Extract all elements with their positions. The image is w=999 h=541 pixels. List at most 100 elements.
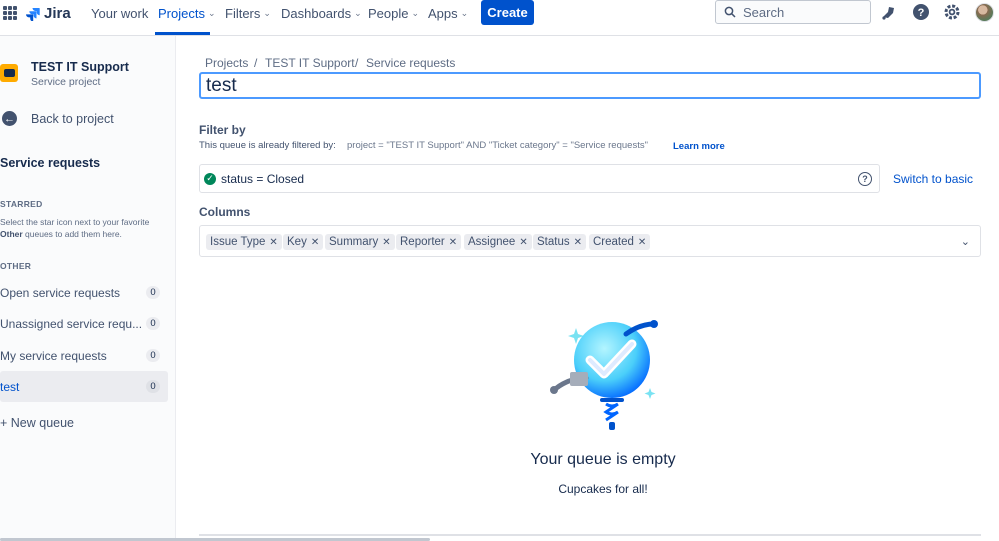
settings-icon[interactable] <box>943 3 961 21</box>
create-button[interactable]: Create <box>481 0 534 25</box>
jql-help-icon[interactable]: ? <box>858 172 872 186</box>
jira-logo-icon <box>26 7 40 21</box>
column-chip-reporter: Reporter ✕ <box>396 234 462 250</box>
breadcrumb-service-requests[interactable]: Service requests <box>366 56 455 70</box>
starred-heading: STARRED <box>0 199 43 209</box>
breadcrumb-separator: / <box>254 56 258 70</box>
divider <box>199 534 981 536</box>
other-heading: OTHER <box>0 261 32 271</box>
remove-icon[interactable]: ✕ <box>311 237 319 248</box>
column-chip-summary: Summary ✕ <box>325 234 395 250</box>
remove-icon[interactable]: ✕ <box>519 237 527 248</box>
active-tab-indicator <box>155 32 210 35</box>
project-avatar-icon <box>0 64 18 82</box>
queue-label: Open service requests <box>0 285 121 300</box>
sidebar: TEST IT Support Service project ← Back t… <box>0 36 176 541</box>
queue-name-input[interactable] <box>199 72 981 99</box>
notifications-icon[interactable] <box>880 3 898 21</box>
nav-people-label: People <box>368 6 409 21</box>
back-to-project-link[interactable]: Back to project <box>31 112 114 126</box>
learn-more-link[interactable]: Learn more <box>673 141 725 152</box>
column-chip-key: Key ✕ <box>283 234 324 250</box>
queue-label: My service requests <box>0 348 107 363</box>
app-switcher-icon[interactable] <box>3 6 17 20</box>
column-chip-status: Status ✕ <box>533 234 586 250</box>
column-chip-assignee: Assignee ✕ <box>464 234 532 250</box>
column-chip-label: Issue Type <box>210 236 266 248</box>
nav-your-work[interactable]: Your work <box>91 6 148 21</box>
column-chip-label: Summary <box>329 236 379 248</box>
search-placeholder: Search <box>743 4 785 20</box>
arrow-left-icon[interactable]: ← <box>2 111 17 126</box>
column-chip-label: Status <box>537 236 570 248</box>
queue-item-my-service-requests[interactable]: My service requests 0 <box>0 340 168 371</box>
queue-count-badge: 0 <box>146 380 160 393</box>
column-chip-label: Assignee <box>468 236 516 248</box>
column-chip-label: Reporter <box>400 236 445 248</box>
nav-apps-label: Apps <box>428 6 458 21</box>
queue-item-open-service-requests[interactable]: Open service requests 0 <box>0 277 168 308</box>
breadcrumb-separator: / <box>355 56 359 70</box>
remove-icon[interactable]: ✕ <box>269 237 277 248</box>
valid-check-icon: ✓ <box>204 172 216 185</box>
chevron-down-icon[interactable]: ⌄ <box>961 235 970 248</box>
queue-label: test <box>0 379 20 394</box>
new-queue-button[interactable]: + New queue <box>0 416 74 430</box>
jql-value: status = Closed <box>221 171 305 186</box>
nav-dashboards-label: Dashboards <box>281 6 352 21</box>
nav-projects[interactable]: Projects ⌄ <box>158 6 216 21</box>
queue-label: Unassigned service requ... <box>0 316 143 331</box>
starred-help-text: Select the star icon next to your favori… <box>0 216 170 240</box>
profile-avatar[interactable] <box>975 3 994 22</box>
columns-select[interactable]: Issue Type ✕ Key ✕ Summary ✕ Reporter ✕ Assi… <box>199 225 981 257</box>
columns-heading: Columns <box>199 205 251 219</box>
project-type: Service project <box>31 76 101 88</box>
switch-to-basic-link[interactable]: Switch to basic <box>893 172 973 186</box>
remove-icon[interactable]: ✕ <box>574 237 582 248</box>
column-chip-created: Created ✕ <box>589 234 651 250</box>
queue-count-badge: 0 <box>146 286 160 299</box>
starred-help-part: queues to add them here. <box>22 229 122 239</box>
nav-filters[interactable]: Filters ⌄ <box>225 6 271 21</box>
svg-text:?: ? <box>918 7 925 19</box>
empty-queue-illustration <box>550 320 658 430</box>
chevron-down-icon: ⌄ <box>263 8 271 18</box>
remove-icon[interactable]: ✕ <box>638 237 646 248</box>
chevron-down-icon: ⌄ <box>460 8 469 18</box>
filter-heading: Filter by <box>199 123 246 137</box>
nav-people[interactable]: People ⌄ <box>368 6 419 21</box>
nav-filters-label: Filters <box>225 6 261 21</box>
remove-icon[interactable]: ✕ <box>449 237 457 248</box>
chevron-down-icon: ⌄ <box>207 8 216 18</box>
queue-count-badge: 0 <box>146 317 160 330</box>
top-navigation: Jira Your work Projects ⌄ Filters ⌄ Dash… <box>0 0 999 36</box>
filter-note: This queue is already filtered by: <box>199 140 336 151</box>
queue-item-test[interactable]: test 0 <box>0 371 168 402</box>
queue-item-unassigned[interactable]: Unassigned service requ... 0 <box>0 308 168 339</box>
help-icon[interactable]: ? <box>912 3 930 21</box>
nav-your-work-label: Your work <box>91 6 149 21</box>
starred-help-bold: Other <box>0 229 23 239</box>
jql-input[interactable]: ✓ status = Closed ? <box>199 164 880 193</box>
starred-help-part: Select the star icon next to your favori… <box>0 217 150 227</box>
nav-dashboards[interactable]: Dashboards ⌄ <box>281 6 362 21</box>
existing-filter-jql: project = "TEST IT Support" AND "Ticket … <box>347 140 648 151</box>
chevron-down-icon: ⌄ <box>411 8 420 18</box>
search-input[interactable]: Search <box>715 0 871 24</box>
project-name[interactable]: TEST IT Support <box>31 60 129 74</box>
breadcrumb-projects[interactable]: Projects <box>205 56 248 70</box>
section-title: Service requests <box>0 156 101 170</box>
nav-apps[interactable]: Apps ⌄ <box>428 6 468 21</box>
empty-state-title: Your queue is empty <box>530 451 676 468</box>
empty-state-subtitle: Cupcakes for all! <box>558 482 648 496</box>
search-icon <box>724 6 736 18</box>
chevron-down-icon: ⌄ <box>354 8 362 18</box>
breadcrumb-project[interactable]: TEST IT Support <box>265 56 355 70</box>
jira-logo[interactable]: Jira <box>26 5 71 22</box>
nav-projects-label: Projects <box>158 6 205 21</box>
product-name: Jira <box>44 5 71 22</box>
column-chip-label: Created <box>593 236 634 248</box>
queue-count-badge: 0 <box>146 349 160 362</box>
remove-icon[interactable]: ✕ <box>382 237 390 248</box>
column-chip-issue-type: Issue Type ✕ <box>206 234 282 250</box>
